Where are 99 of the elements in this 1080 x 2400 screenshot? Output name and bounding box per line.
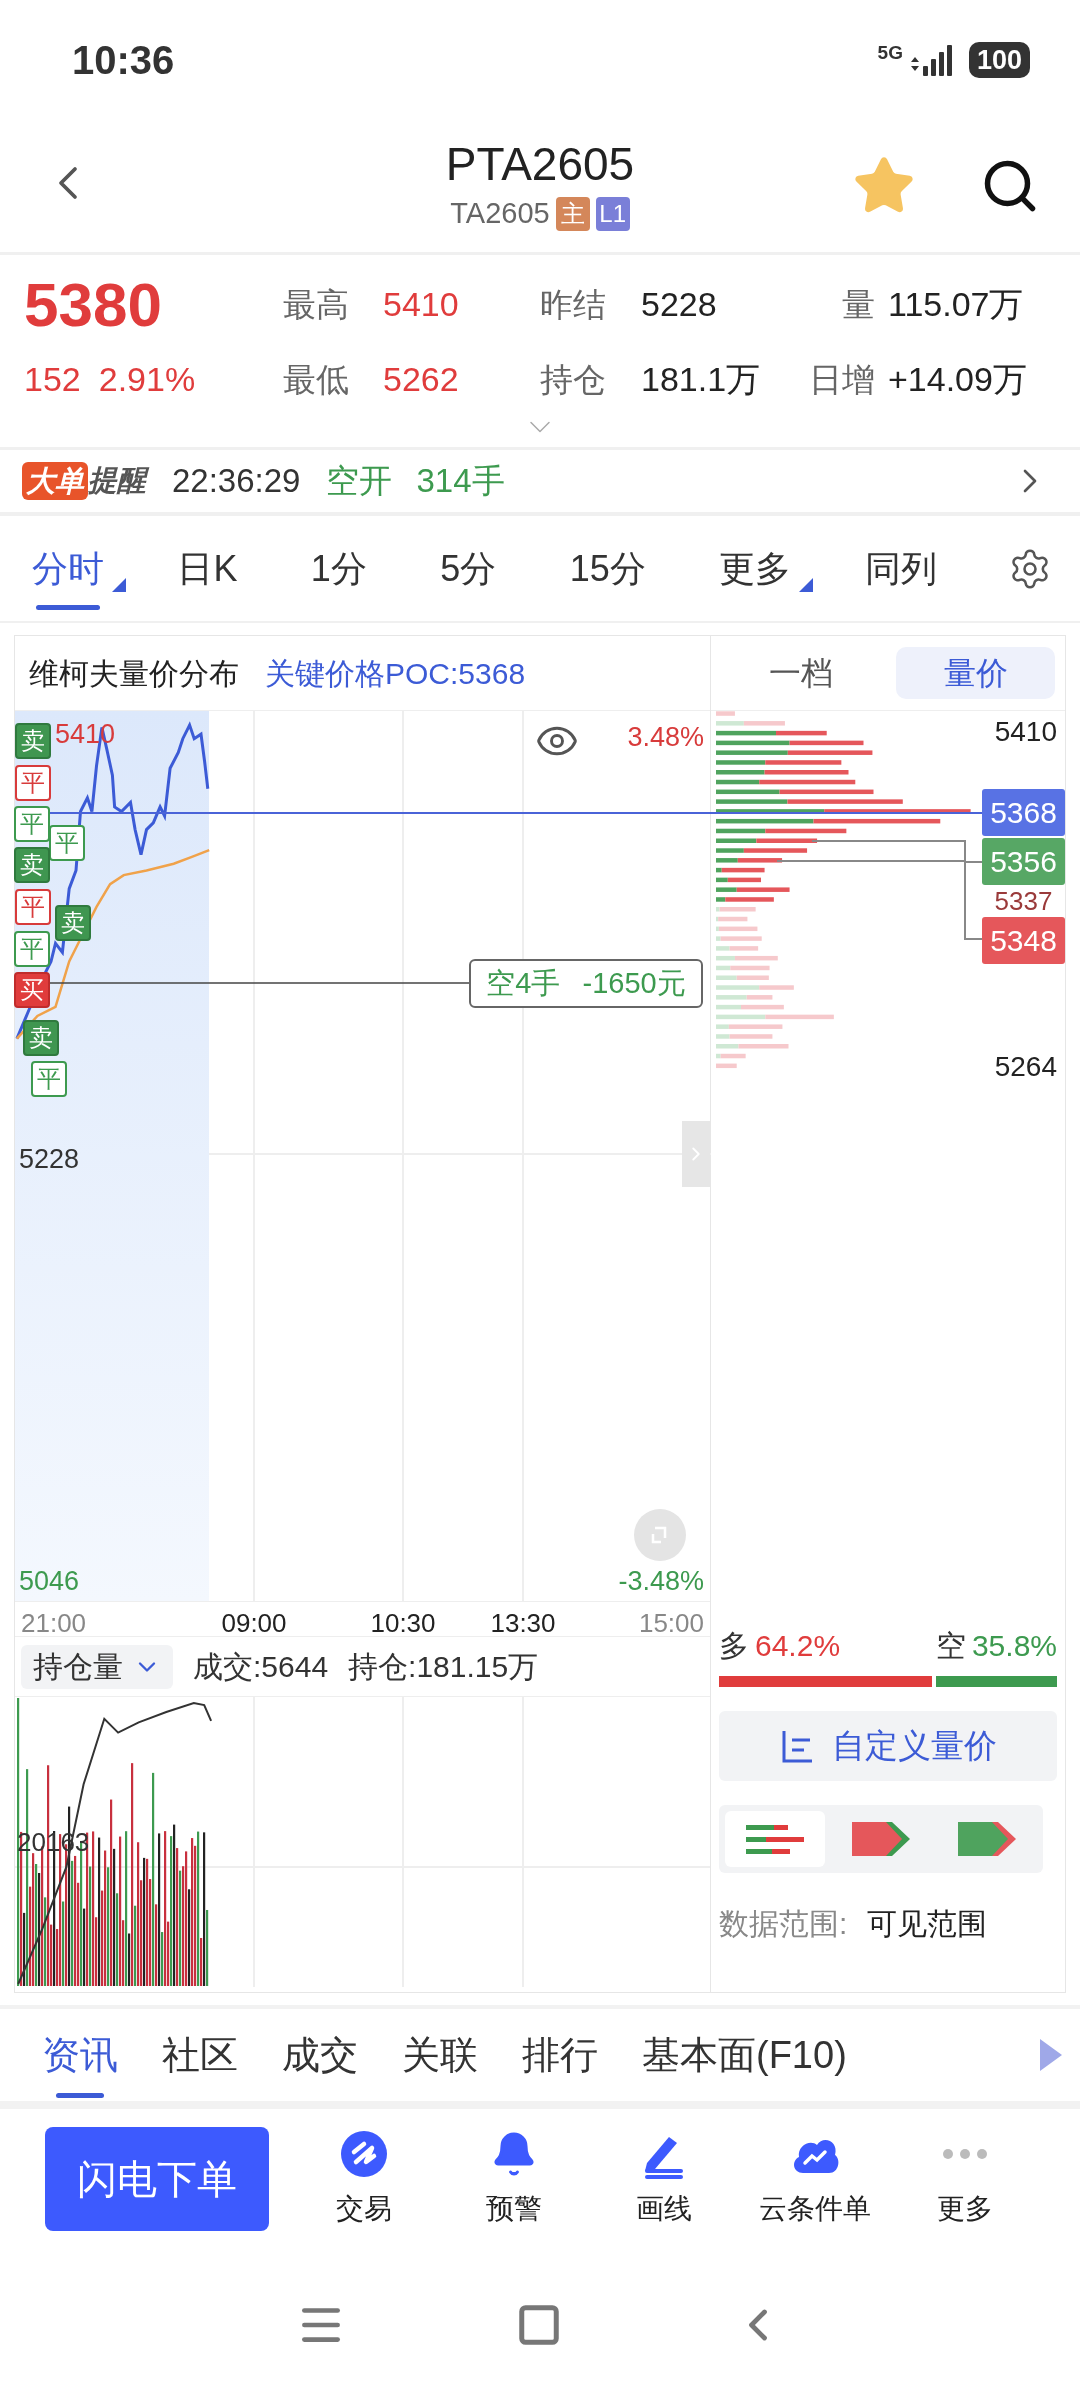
- contract-title: PTA2605: [445, 137, 635, 193]
- zigzag-circle-icon: [340, 2130, 389, 2178]
- stat-value: +14.09万: [887, 359, 1028, 400]
- trade-marker[interactable]: 卖: [23, 1020, 59, 1056]
- trade-marker[interactable]: 平: [31, 1061, 67, 1097]
- depth-tab[interactable]: 一档: [721, 647, 880, 699]
- alert-amount: 314手: [416, 461, 505, 502]
- key-price-link[interactable]: 关键价格POC:5368: [265, 650, 526, 696]
- price-axis-label: 5228: [19, 1143, 80, 1176]
- stat-value: 5228: [640, 284, 718, 325]
- period-tab[interactable]: 日K: [175, 531, 240, 606]
- info-tab[interactable]: 排行: [522, 2016, 598, 2094]
- tab-underline: [56, 2092, 104, 2098]
- action-button[interactable]: 预警: [454, 2128, 575, 2230]
- period-tab[interactable]: 更多: [717, 531, 794, 606]
- trade-marker[interactable]: 买: [14, 972, 50, 1008]
- alert-tag: 大单: [22, 462, 88, 500]
- period-tab[interactable]: 15分: [567, 531, 648, 606]
- trade-marker[interactable]: 平: [15, 889, 51, 925]
- info-tab[interactable]: 成交: [282, 2016, 358, 2094]
- stat-value: 181.1万: [640, 359, 762, 400]
- price-tag: 5348: [982, 917, 1065, 964]
- flash-order-button[interactable]: 闪电下单: [45, 2127, 269, 2231]
- alert-action: 空开: [326, 461, 393, 502]
- trade-marker[interactable]: 卖: [14, 847, 50, 883]
- time-axis-label: 15:00: [638, 1607, 704, 1640]
- data-range-value: 可见范围: [867, 1906, 988, 1942]
- info-tab[interactable]: 社区: [162, 2016, 238, 2094]
- long-percent: 64.2%: [755, 1628, 841, 1664]
- stat-value: 5410: [382, 284, 460, 325]
- info-tab[interactable]: 基本面(F10): [642, 2016, 847, 2094]
- profile-price-label: 5410: [994, 715, 1057, 749]
- short-label: 空: [935, 1628, 966, 1664]
- data-range-label: 数据范围:: [719, 1906, 848, 1942]
- position-tag[interactable]: 空4手 -1650元: [469, 959, 703, 1008]
- profile-price-label: 5264: [994, 1050, 1057, 1084]
- long-label: 多: [719, 1628, 749, 1664]
- indicator-dropdown[interactable]: 持仓量: [21, 1644, 173, 1689]
- battery-indicator: 100: [968, 42, 1030, 78]
- scroll-right-icon[interactable]: [1040, 2039, 1062, 2071]
- action-button[interactable]: 交易: [304, 2128, 425, 2230]
- period-tab[interactable]: 5分: [438, 531, 499, 606]
- price-axis-label: 5046: [19, 1564, 80, 1598]
- stat-label: 最低: [283, 360, 350, 400]
- bars-icon: [744, 1822, 806, 1856]
- arrow-icon: [850, 1820, 912, 1858]
- time-axis-label: 09:00: [221, 1607, 287, 1640]
- time-axis-label: 13:30: [490, 1607, 556, 1640]
- percent-axis-label: 3.48%: [627, 721, 704, 754]
- contract-code: TA2605: [450, 196, 550, 232]
- price-change-percent: 2.91%: [98, 359, 196, 400]
- period-tab[interactable]: 同列: [862, 531, 939, 606]
- trade-marker[interactable]: 平: [49, 825, 85, 861]
- arrow-icon: [956, 1820, 1018, 1858]
- contract-badge: 主: [555, 197, 590, 231]
- percent-axis-label: -3.48%: [618, 1564, 704, 1598]
- period-tab[interactable]: 1分: [308, 531, 369, 606]
- panel-toggle-button[interactable]: [682, 1121, 710, 1187]
- display-mode-toggle[interactable]: [725, 1811, 825, 1867]
- time-axis-label: 21:00: [21, 1607, 87, 1640]
- position-pnl: -1650元: [582, 965, 686, 1001]
- short-percent: 35.8%: [971, 1628, 1057, 1664]
- stat-label: 量: [841, 285, 875, 325]
- stat-value: 5262: [382, 359, 460, 400]
- stat-label: 昨结: [540, 285, 607, 325]
- trade-marker[interactable]: 平: [14, 806, 50, 842]
- stat-label: 日增: [808, 360, 875, 400]
- trade-marker[interactable]: 平: [14, 931, 50, 967]
- position-lots: 空4手: [486, 965, 561, 1001]
- network-label: 5G: [877, 43, 903, 62]
- signal-icon: [908, 44, 953, 78]
- info-tab[interactable]: 关联: [402, 2016, 478, 2094]
- stat-value: 115.07万: [887, 284, 1025, 325]
- price-tag: 5356: [982, 838, 1065, 885]
- stat-label: 持仓: [540, 360, 607, 400]
- time-axis-label: 10:30: [370, 1607, 436, 1640]
- period-tab[interactable]: 分时: [30, 531, 106, 606]
- last-price: 5380: [23, 269, 163, 341]
- action-button[interactable]: 云条件单: [754, 2128, 875, 2230]
- stat-label: 最高: [283, 285, 350, 325]
- chart-title: 维柯夫量价分布: [29, 655, 239, 692]
- tab-underline: [36, 604, 100, 610]
- price-tag: 5368: [982, 789, 1065, 836]
- profile-price-label: 5337: [993, 887, 1054, 915]
- trade-marker[interactable]: 平: [15, 765, 51, 801]
- open-interest-reading: 持仓:181.15万: [348, 1649, 539, 1685]
- alert-time: 22:36:29: [172, 461, 301, 502]
- volume-reading: 成交:5644: [193, 1649, 329, 1685]
- action-button[interactable]: 更多: [904, 2128, 1025, 2230]
- price-change: 152: [24, 359, 81, 400]
- info-tab[interactable]: 资讯: [42, 2016, 118, 2094]
- more-icon: [940, 2147, 989, 2161]
- trade-marker[interactable]: 卖: [15, 723, 51, 759]
- custom-profile-button[interactable]: 自定义量价: [719, 1711, 1057, 1781]
- status-time: 10:36: [72, 37, 175, 84]
- action-button[interactable]: 画线: [604, 2128, 725, 2230]
- contract-badge: L1: [595, 197, 630, 231]
- depth-tab[interactable]: 量价: [896, 647, 1055, 699]
- trade-marker[interactable]: 卖: [55, 905, 91, 941]
